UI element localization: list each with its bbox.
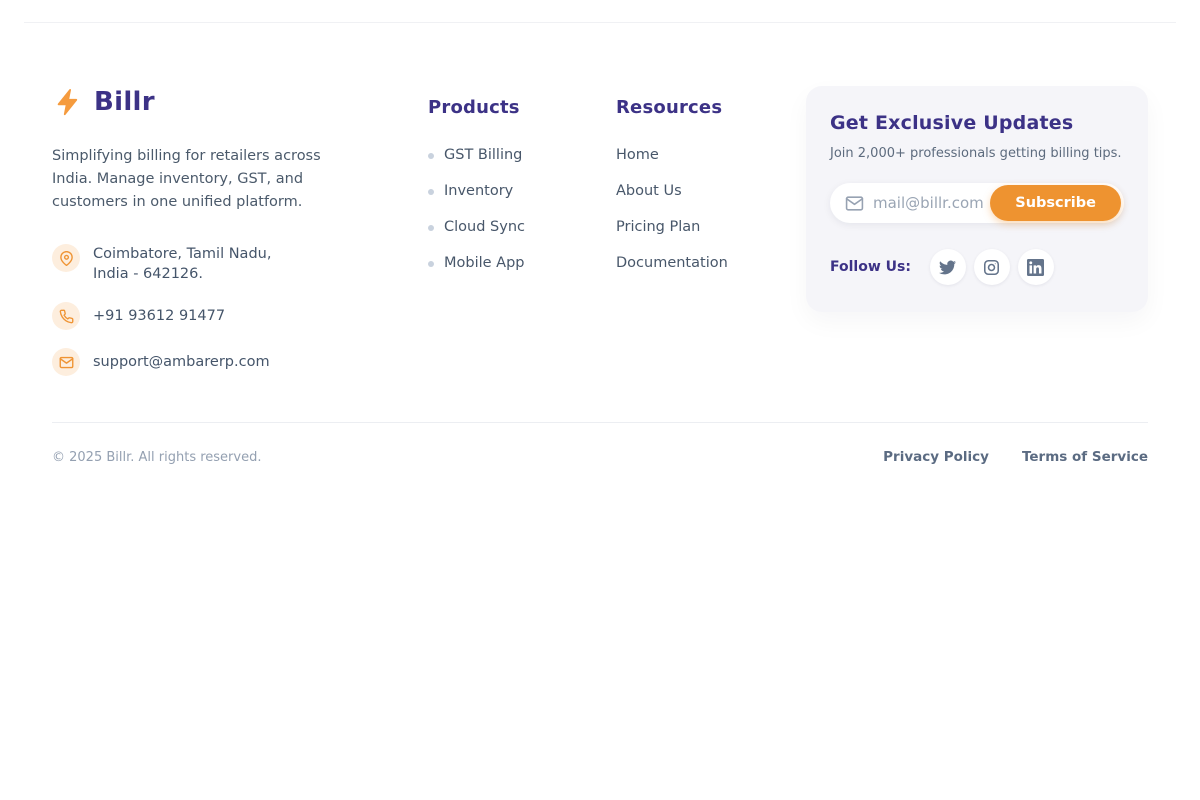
newsletter-title: Get Exclusive Updates	[830, 112, 1124, 134]
brand-description: Simplifying billing for retailers across…	[52, 145, 364, 214]
list-item: Home	[616, 148, 781, 163]
list-item: Documentation	[616, 256, 781, 271]
list-item: About Us	[616, 184, 781, 199]
phone-icon	[52, 302, 80, 330]
contact-list: Coimbatore, Tamil Nadu, India - 642126. …	[52, 244, 404, 376]
footer-main: Billr Simplifying billing for retailers …	[52, 84, 1148, 394]
bullet-dot-icon	[428, 189, 434, 195]
footer-page: Billr Simplifying billing for retailers …	[0, 0, 1200, 800]
products-links: GST Billing Inventory Cloud Sync Mobile …	[428, 148, 592, 271]
subscribe-form: Subscribe	[830, 183, 1124, 223]
address-line-2: India - 642126.	[93, 264, 271, 284]
list-item: Mobile App	[428, 256, 592, 271]
link-about-us[interactable]: About Us	[616, 184, 682, 199]
link-home[interactable]: Home	[616, 148, 659, 163]
twitter-icon	[939, 259, 956, 276]
follow-us-label: Follow Us:	[830, 259, 911, 275]
copyright-text: © 2025 Billr. All rights reserved.	[52, 450, 261, 465]
address-line-1: Coimbatore, Tamil Nadu,	[93, 244, 271, 264]
resources-links: Home About Us Pricing Plan Documentation	[616, 148, 781, 271]
newsletter-subtitle: Join 2,000+ professionals getting billin…	[830, 146, 1124, 161]
link-inventory[interactable]: Inventory	[444, 184, 513, 199]
list-item: Inventory	[428, 184, 592, 199]
phone-number: +91 93612 91477	[93, 306, 225, 326]
list-item: Pricing Plan	[616, 220, 781, 235]
location-pin-icon	[52, 244, 80, 272]
bullet-dot-icon	[428, 261, 434, 267]
social-button-linkedin[interactable]	[1018, 249, 1054, 285]
link-cloud-sync[interactable]: Cloud Sync	[444, 220, 525, 235]
bullet-dot-icon	[428, 153, 434, 159]
social-button-twitter[interactable]	[930, 249, 966, 285]
link-pricing-plan[interactable]: Pricing Plan	[616, 220, 700, 235]
email-address: support@ambarerp.com	[93, 352, 270, 372]
link-terms-of-service[interactable]: Terms of Service	[1022, 449, 1148, 465]
products-title: Products	[428, 97, 592, 118]
bullet-dot-icon	[428, 225, 434, 231]
list-item: GST Billing	[428, 148, 592, 163]
link-privacy-policy[interactable]: Privacy Policy	[883, 449, 989, 465]
bottom-divider	[52, 422, 1148, 423]
brand-column: Billr Simplifying billing for retailers …	[52, 84, 404, 394]
follow-row: Follow Us:	[830, 249, 1124, 285]
list-item: Cloud Sync	[428, 220, 592, 235]
link-mobile-app[interactable]: Mobile App	[444, 256, 525, 271]
brand-name: Billr	[94, 87, 155, 117]
contact-address: Coimbatore, Tamil Nadu, India - 642126.	[52, 244, 404, 284]
mail-icon	[845, 194, 864, 213]
mail-icon	[52, 348, 80, 376]
bottom-links: Privacy Policy Terms of Service	[850, 449, 1148, 465]
resources-title: Resources	[616, 97, 781, 118]
social-button-instagram[interactable]	[974, 249, 1010, 285]
products-column: Products GST Billing Inventory Cloud Syn…	[428, 84, 592, 292]
address-text: Coimbatore, Tamil Nadu, India - 642126.	[93, 244, 271, 284]
newsletter-card: Get Exclusive Updates Join 2,000+ profes…	[806, 86, 1148, 312]
link-documentation[interactable]: Documentation	[616, 256, 728, 271]
brand-logo[interactable]: Billr	[52, 84, 404, 120]
instagram-icon	[983, 259, 1000, 276]
linkedin-icon	[1027, 259, 1044, 276]
resources-column: Resources Home About Us Pricing Plan Doc…	[616, 84, 781, 292]
bottom-bar: © 2025 Billr. All rights reserved. Priva…	[52, 449, 1148, 465]
subscribe-button[interactable]: Subscribe	[990, 185, 1121, 221]
contact-phone[interactable]: +91 93612 91477	[52, 302, 404, 330]
link-gst-billing[interactable]: GST Billing	[444, 148, 522, 163]
top-divider	[24, 22, 1176, 23]
contact-email[interactable]: support@ambarerp.com	[52, 348, 404, 376]
bolt-icon	[52, 86, 84, 118]
